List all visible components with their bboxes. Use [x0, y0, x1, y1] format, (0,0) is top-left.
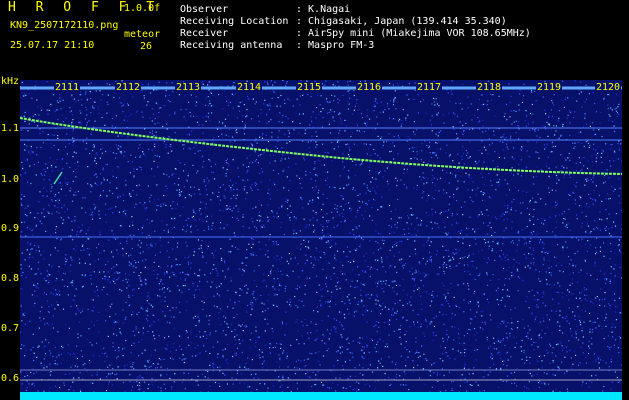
- info-row-observer: Observer: [180, 4, 228, 16]
- y-tick-label: 1.1: [1, 123, 20, 134]
- info-value-observer: : K.Nagai: [296, 4, 351, 15]
- meteor-count: 26: [140, 41, 153, 52]
- y-tick-label: 0.7: [1, 323, 20, 334]
- info-key: Observer: [180, 4, 229, 15]
- info-row-antenna: Receiving antenna: [180, 40, 282, 52]
- y-tick-label: 1.0: [1, 174, 20, 185]
- x-tick-label: 2113: [175, 82, 202, 94]
- info-row-receiver: Receiver: [180, 28, 228, 40]
- info-value-receiver: : AirSpy mini (Miakejima VOR 108.65MHz): [296, 28, 531, 39]
- meteor-echo: [53, 171, 63, 185]
- spectrogram-canvas: [20, 80, 622, 396]
- info-row-location: Receiving Location: [180, 16, 288, 28]
- spectrogram-window: H R O F F T 1.0.0f KN9_2507172110.png 25…: [0, 0, 629, 400]
- datetime-label: 25.07.17 21:10: [10, 40, 95, 51]
- x-tick-label: 2112: [115, 82, 142, 94]
- bottom-noise-band: [20, 392, 622, 400]
- meteor-label: meteor: [124, 29, 161, 40]
- info-value-location: : Chigasaki, Japan (139.414 35.340): [296, 16, 507, 27]
- noise-layer: [20, 80, 622, 396]
- x-tick-label: 2111: [54, 82, 81, 94]
- y-tick-label: 0.8: [1, 273, 20, 284]
- info-value-antenna: : Maspro FM-3: [296, 40, 375, 51]
- x-tick-label: 2115: [296, 82, 323, 94]
- y-tick-label: 0.6: [1, 373, 20, 384]
- x-tick-label: 2118: [476, 82, 503, 94]
- x-tick-label: 2117: [416, 82, 443, 94]
- x-tick-label: 2119: [536, 82, 563, 94]
- info-key: Receiving antenna: [180, 40, 283, 51]
- carrier-trace: [20, 117, 622, 175]
- info-key: Receiver: [180, 28, 229, 39]
- x-tick-label: 2114: [236, 82, 263, 94]
- version-label: 1.0.0f: [124, 3, 161, 14]
- info-key: Receiving Location: [180, 16, 289, 27]
- x-tick-label: 2116: [356, 82, 383, 94]
- y-unit-label: kHz: [1, 76, 20, 87]
- x-tick-label: 2120: [595, 82, 622, 94]
- filename-label: KN9_2507172110.png: [10, 20, 119, 31]
- y-tick-label: 0.9: [1, 223, 20, 234]
- spectrogram-plot: [20, 80, 622, 396]
